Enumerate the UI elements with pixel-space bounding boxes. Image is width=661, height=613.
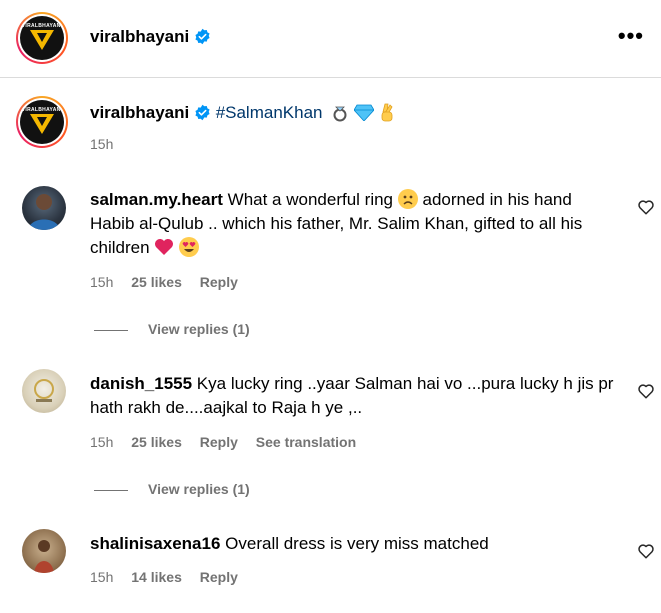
comment-text: shalinisaxena16 Overall dress is very mi…: [90, 532, 620, 556]
commenter-avatar[interactable]: [22, 529, 66, 573]
comment-text: salman.my.heart What a wonderful ring ad…: [90, 188, 620, 260]
comment-text: danish_1555 Kya lucky ring ..yaar Salman…: [90, 372, 620, 420]
comment-meta: 15h 25 likes Reply: [90, 274, 252, 290]
divider-line: [94, 489, 128, 491]
person-photo-icon: [28, 194, 60, 230]
likes-count[interactable]: 25 likes: [131, 434, 182, 450]
view-replies-label: View replies (1): [148, 321, 250, 337]
like-heart-icon[interactable]: [637, 542, 655, 560]
comment-timestamp: 15h: [90, 274, 114, 290]
reply-button[interactable]: Reply: [200, 569, 238, 585]
header-username[interactable]: viralbhayani: [90, 27, 189, 46]
reply-button[interactable]: Reply: [200, 434, 238, 450]
red-heart-icon: [155, 239, 174, 255]
likes-count[interactable]: 25 likes: [131, 274, 182, 290]
comment-username[interactable]: salman.my.heart: [90, 190, 223, 209]
comment-meta: 15h 14 likes Reply: [90, 569, 252, 585]
decorative-logo-icon: [34, 379, 54, 402]
heart-eyes-icon: [179, 237, 200, 257]
comment-meta: 15h 25 likes Reply See translation: [90, 434, 370, 450]
comment-username[interactable]: shalinisaxena16: [90, 534, 220, 553]
commenter-avatar[interactable]: [22, 369, 66, 413]
see-translation-button[interactable]: See translation: [256, 434, 356, 450]
profile-avatar[interactable]: VIRALBHAYANI: [16, 12, 68, 64]
caption-timestamp: 15h: [90, 136, 114, 152]
more-options-icon[interactable]: •••: [618, 25, 644, 47]
view-replies-button[interactable]: View replies (1): [94, 481, 250, 497]
comment-username[interactable]: danish_1555: [90, 374, 192, 393]
caption-username[interactable]: viralbhayani: [90, 103, 189, 122]
gem-icon: [353, 104, 375, 122]
brand-logo-icon: [30, 30, 54, 50]
post-header: VIRALBHAYANI viralbhayani •••: [0, 0, 661, 78]
crossed-fingers-icon: [381, 103, 393, 122]
comment-body-part: What a wonderful ring: [227, 190, 394, 209]
person-photo-icon: [34, 540, 54, 573]
caption-avatar[interactable]: VIRALBHAYANI: [16, 96, 68, 148]
reply-button[interactable]: Reply: [200, 274, 238, 290]
likes-count[interactable]: 14 likes: [131, 569, 182, 585]
sad-face-icon: [397, 189, 418, 209]
verified-badge-icon: [195, 104, 210, 121]
like-heart-icon[interactable]: [637, 382, 655, 400]
divider-line: [94, 329, 128, 331]
verified-badge-icon: [195, 28, 210, 45]
caption: viralbhayani #SalmanKhan: [90, 102, 395, 123]
ring-icon: [333, 106, 347, 122]
like-heart-icon[interactable]: [637, 198, 655, 216]
comment-body: Overall dress is very miss matched: [225, 534, 489, 553]
brand-logo-icon: [30, 114, 54, 134]
comment-timestamp: 15h: [90, 434, 114, 450]
view-replies-label: View replies (1): [148, 481, 250, 497]
commenter-avatar[interactable]: [22, 186, 66, 230]
hashtag-link[interactable]: #SalmanKhan: [216, 103, 323, 122]
view-replies-button[interactable]: View replies (1): [94, 321, 250, 337]
comment-timestamp: 15h: [90, 569, 114, 585]
